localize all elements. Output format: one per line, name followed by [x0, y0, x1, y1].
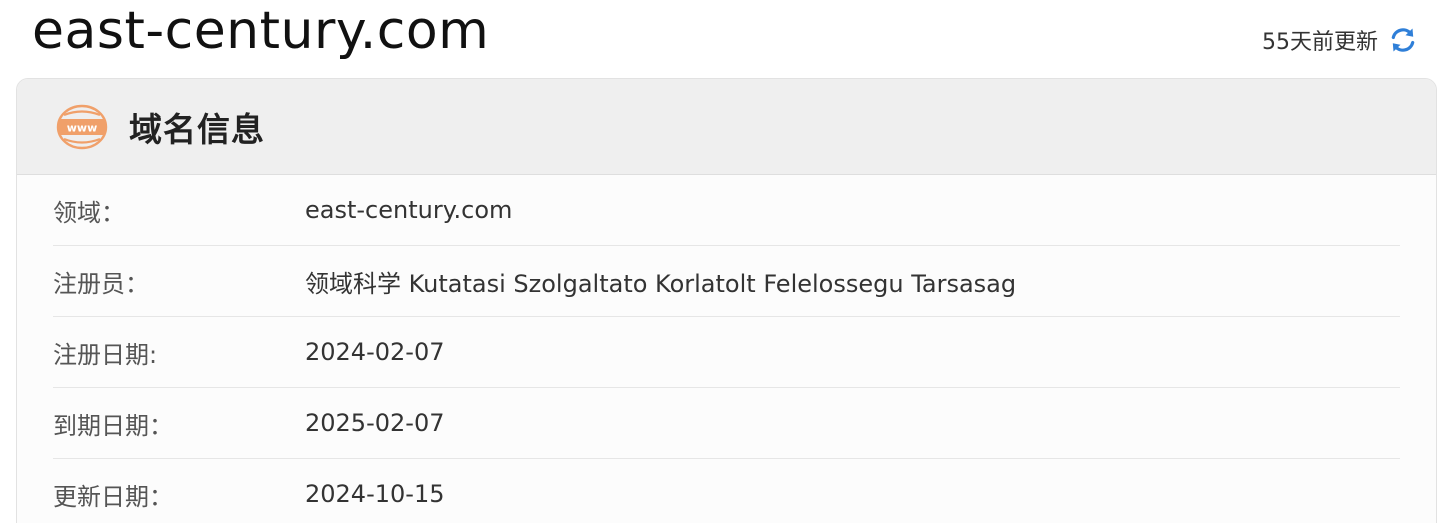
page: east-century.com 55天前更新 www 域名信息 领域： eas… [0, 0, 1456, 523]
updated-text: 55天前更新 [1262, 30, 1378, 55]
row-label: 注册日期: [53, 340, 158, 369]
row-value: 2025-02-07 [305, 409, 445, 437]
refresh-icon[interactable] [1388, 25, 1418, 55]
svg-text:www: www [67, 121, 98, 134]
row-value: 2024-10-15 [305, 480, 445, 508]
domain-info-card: www 域名信息 领域： east-century.com 注册员： 领域科学 … [16, 78, 1437, 523]
row-label: 到期日期： [53, 411, 173, 440]
row-value: 2024-02-07 [305, 338, 445, 366]
update-status: 55天前更新 [1262, 22, 1418, 58]
info-row-registrar: 注册员： 领域科学 Kutatasi Szolgaltato Korlatolt… [53, 246, 1400, 317]
row-label: 更新日期： [53, 482, 173, 511]
row-value: 领域科学 Kutatasi Szolgaltato Korlatolt Fele… [305, 269, 1017, 298]
row-value: east-century.com [305, 196, 513, 224]
card-header: www 域名信息 [17, 79, 1436, 175]
card-title: 域名信息 [129, 109, 265, 149]
domain-title: east-century.com [32, 1, 490, 61]
info-row-updated-date: 更新日期： 2024-10-15 [53, 459, 1400, 523]
row-label: 注册员： [53, 269, 149, 298]
www-globe-icon: www [55, 103, 109, 151]
row-label: 领域： [53, 198, 125, 227]
info-row-expiry-date: 到期日期： 2025-02-07 [53, 388, 1400, 459]
info-row-domain: 领域： east-century.com [53, 175, 1400, 246]
info-rows: 领域： east-century.com 注册员： 领域科学 Kutatasi … [17, 175, 1436, 523]
info-row-registered-date: 注册日期: 2024-02-07 [53, 317, 1400, 388]
